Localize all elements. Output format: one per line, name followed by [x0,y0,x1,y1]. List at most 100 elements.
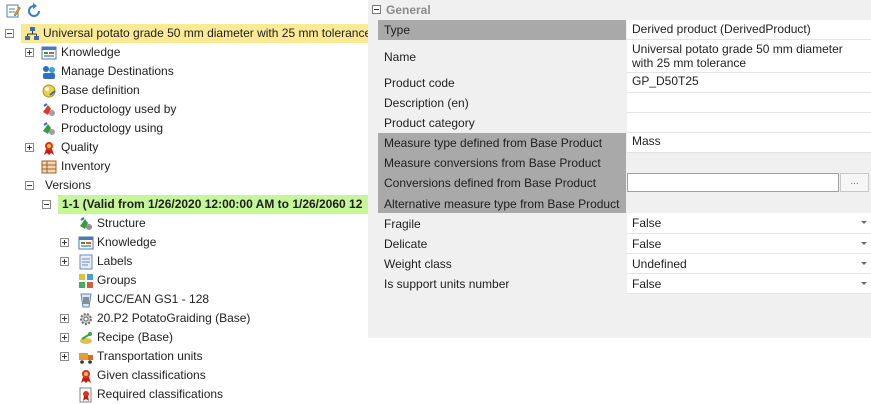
property-key: Type [378,20,626,40]
tree-item-inventory[interactable]: Inventory [0,157,368,176]
tree-item-potato-grading[interactable]: 20.P2 PotatoGraiding (Base) [0,309,368,328]
property-key: Measure type defined from Base Product [378,133,626,153]
base-definition-icon [41,83,57,99]
support-units-value: False [632,277,662,291]
productology-used-by-icon [41,102,57,118]
property-row-measure-type[interactable]: Measure type defined from Base Product M… [378,133,871,153]
classification-ribbon-icon [78,368,94,384]
tree-item-structure[interactable]: Structure [0,214,368,233]
tree-item-version-knowledge[interactable]: Knowledge [0,233,368,252]
recipe-icon [78,330,94,346]
tree-item-required-classifications[interactable]: Required classifications [0,385,368,404]
expand-toggle[interactable] [60,352,69,361]
property-row-support-units[interactable]: Is support units number False [378,274,871,294]
property-value[interactable]: Mass [627,133,871,153]
tree-item-labels[interactable]: Labels [0,252,368,271]
property-value[interactable]: Universal potato grade 50 mm diameter wi… [627,40,871,73]
tree-item-productology-used-by[interactable]: Productology used by [0,100,368,119]
property-row-product-code[interactable]: Product code GP_D50T25 [378,73,871,93]
chevron-down-icon[interactable] [861,242,867,245]
tree-item-versions[interactable]: Versions [0,176,368,195]
property-value[interactable]: Undefined [627,254,871,274]
chevron-down-icon[interactable] [861,221,867,224]
knowledge-icon [41,45,57,61]
refresh-icon[interactable] [26,3,42,19]
expand-toggle[interactable] [60,314,69,323]
collapse-toggle[interactable] [42,200,51,209]
property-row-weight-class[interactable]: Weight class Undefined [378,254,871,274]
expand-toggle[interactable] [60,238,69,247]
barcode-cup-icon [78,292,94,308]
tree-item-manage-destinations[interactable]: Manage Destinations [0,62,368,81]
tree-version-label: 1-1 (Valid from 1/26/2020 12:00:00 AM to… [62,197,363,211]
transport-icon [78,349,94,365]
expand-toggle[interactable] [60,333,69,342]
fragile-value: False [632,216,662,230]
property-value[interactable] [627,93,871,113]
property-key: Product category [378,113,626,133]
tree-item-label: Knowledge [61,45,121,59]
tree-item-label: Transportation units [97,349,203,363]
property-key: Name [378,40,626,73]
expand-toggle[interactable] [25,48,34,57]
property-grid: General Type Derived product (DerivedPro… [368,0,871,338]
tree-item-label: UCC/EAN GS1 - 128 [97,292,210,306]
quality-ribbon-icon [41,140,57,156]
tree-item-transportation-units[interactable]: Transportation units [0,347,368,366]
tree-root-node[interactable]: Universal potato grade 50 mm diameter wi… [0,24,368,43]
groups-icon [78,273,94,289]
expand-toggle[interactable] [25,143,34,152]
property-row-measure-conversions[interactable]: Measure conversions from Base Product [378,153,871,172]
property-value[interactable]: GP_D50T25 [627,73,871,93]
property-key: Delicate [378,234,626,254]
tree-item-base-definition[interactable]: Base definition [0,81,368,100]
collapse-toggle[interactable] [25,181,34,190]
weight-class-value: Undefined [632,257,687,271]
tree-item-label: Given classifications [97,368,206,382]
edit-note-icon[interactable] [5,3,21,19]
category-header[interactable]: General [368,0,871,20]
property-value[interactable]: False [627,274,871,294]
structure-icon [78,216,94,232]
property-key: Fragile [378,213,626,234]
chevron-down-icon[interactable] [861,262,867,265]
property-value[interactable]: Derived product (DerivedProduct) [627,20,871,40]
tree-item-given-classifications[interactable]: Given classifications [0,366,368,385]
property-row-name[interactable]: Name Universal potato grade 50 mm diamet… [378,40,871,73]
property-value: ... [627,172,871,194]
tree-item-label: Labels [97,254,133,268]
tree-item-groups[interactable]: Groups [0,271,368,290]
property-row-delicate[interactable]: Delicate False [378,234,871,254]
property-key: Description (en) [378,93,626,113]
tree-item-quality[interactable]: Quality [0,138,368,157]
collapse-toggle[interactable] [5,29,14,38]
tree-item-ucc-ean[interactable]: UCC/EAN GS1 - 128 [0,290,368,309]
property-row-type[interactable]: Type Derived product (DerivedProduct) [378,20,871,40]
property-key: Product code [378,73,626,93]
conversions-input[interactable] [627,173,839,192]
tree-panel: Universal potato grade 50 mm diameter wi… [0,0,368,404]
property-row-alternative-measure[interactable]: Alternative measure type from Base Produ… [378,194,871,213]
property-row-conversions-defined[interactable]: Conversions defined from Base Product ..… [378,172,871,194]
property-value[interactable]: False [627,234,871,254]
tree-item-label: Structure [97,216,146,230]
tree-item-label: Versions [45,178,92,192]
tree-item-knowledge[interactable]: Knowledge [0,43,368,62]
tree-version-node[interactable]: 1-1 (Valid from 1/26/2020 12:00:00 AM to… [0,195,368,214]
tree-item-label: Manage Destinations [61,64,174,78]
collapse-toggle[interactable] [372,5,381,14]
tree-item-recipe[interactable]: Recipe (Base) [0,328,368,347]
property-row-product-category[interactable]: Product category [378,113,871,133]
property-key: Is support units number [378,274,626,294]
property-value[interactable] [627,113,871,133]
labels-icon [78,254,94,270]
property-value[interactable]: False [627,213,871,234]
ellipsis-button[interactable]: ... [840,173,869,192]
property-row-fragile[interactable]: Fragile False [378,213,871,234]
expand-toggle[interactable] [60,257,69,266]
property-row-description[interactable]: Description (en) [378,93,871,113]
tree-item-productology-using[interactable]: Productology using [0,119,368,138]
destinations-icon [41,64,57,80]
tree-item-label: Inventory [61,159,111,173]
chevron-down-icon[interactable] [861,282,867,285]
